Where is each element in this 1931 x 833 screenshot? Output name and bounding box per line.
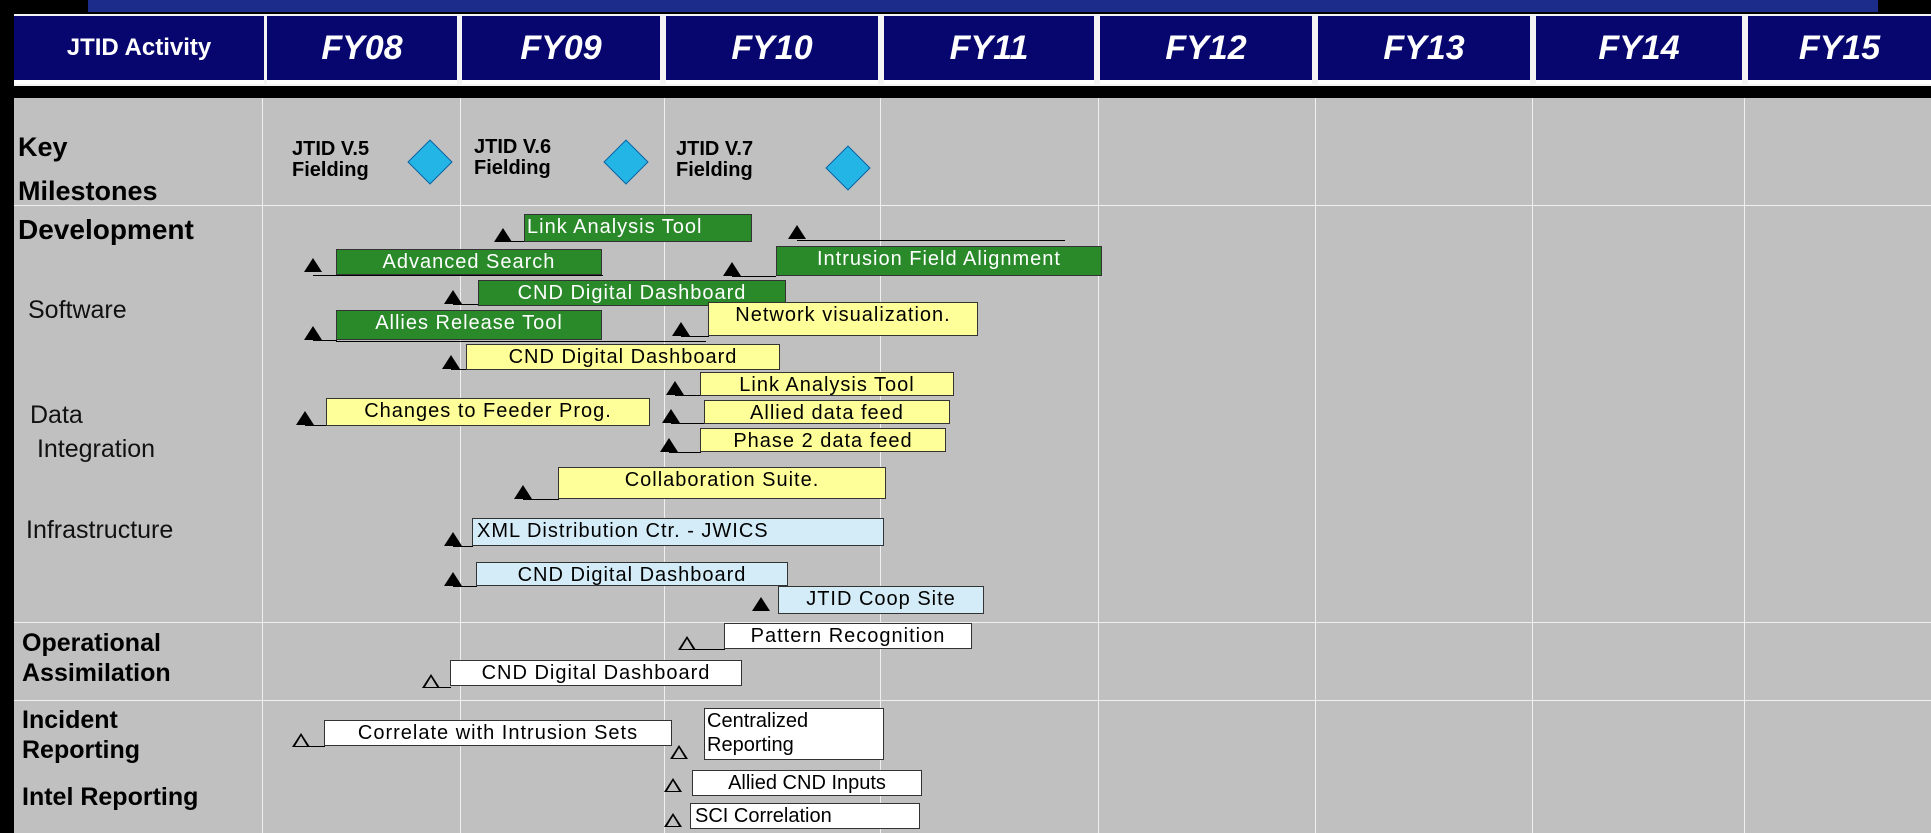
start-triangle-icon — [660, 438, 678, 452]
top-accent-bar — [88, 0, 1878, 12]
grid-line — [1315, 98, 1316, 833]
leader-line — [687, 649, 725, 650]
leader-line — [451, 369, 467, 370]
leader-line — [453, 586, 477, 587]
row-label-infrastructure: Infrastructure — [26, 516, 174, 544]
task-link-analysis-tool: Link Analysis Tool — [700, 372, 954, 396]
row-label-development: Development — [18, 214, 194, 245]
leader-line — [681, 336, 709, 337]
task-pattern-recognition: Pattern Recognition — [724, 623, 972, 649]
grid-line — [262, 98, 263, 833]
open-triangle-icon — [670, 745, 688, 759]
task-sci-correlation: SCI Correlation — [690, 803, 920, 829]
task-allied-cnd-inputs: Allied CND Inputs — [692, 770, 922, 796]
start-triangle-icon — [672, 322, 690, 336]
start-triangle-icon — [444, 290, 462, 304]
header-fy12: FY12 — [1100, 16, 1312, 84]
row-label-data-integration: Data Integration — [30, 401, 156, 463]
milestone-label: JTID V.5 Fielding — [292, 138, 370, 181]
leader-line — [313, 340, 337, 341]
leader-line — [431, 687, 451, 688]
row-label-key-milestones: Key Milestones — [18, 132, 158, 206]
task-phase-2-data-feed: Phase 2 data feed — [700, 428, 946, 452]
header-activity: JTID Activity — [14, 16, 264, 84]
task-allies-release-tool: Allies Release Tool — [336, 310, 602, 340]
start-triangle-icon — [514, 485, 532, 499]
task-changes-to-feeder: Changes to Feeder Prog. — [326, 398, 650, 426]
grid-line — [1532, 98, 1533, 833]
task-allied-data-feed: Allied data feed — [704, 400, 950, 424]
leader-line — [313, 275, 603, 276]
open-triangle-icon — [292, 733, 310, 747]
start-triangle-icon — [296, 411, 314, 425]
leader-line — [732, 276, 776, 277]
start-triangle-icon — [666, 381, 684, 395]
row-label-operational-assimilation: Operational Assimilation — [22, 629, 171, 687]
row-label-incident-reporting: Incident Reporting — [22, 706, 141, 764]
leader-line — [453, 304, 479, 305]
row-label-software: Software — [28, 296, 127, 324]
row-label-intel-reporting: Intel Reporting — [22, 783, 199, 811]
task-cnd-digital-dashboard: CND Digital Dashboard — [476, 562, 788, 586]
start-triangle-icon — [444, 532, 462, 546]
start-triangle-icon — [494, 228, 512, 242]
header-fy10: FY10 — [666, 16, 878, 84]
start-triangle-icon — [752, 597, 770, 611]
start-triangle-icon — [662, 409, 680, 423]
task-cnd-digital-dashboard: CND Digital Dashboard — [450, 660, 742, 686]
task-centralized-reporting: Centralized Reporting — [704, 708, 884, 760]
start-triangle-icon — [723, 262, 741, 276]
task-correlate-intrusion-sets: Correlate with Intrusion Sets — [324, 720, 672, 746]
timeline-grid — [14, 98, 1931, 833]
open-triangle-icon — [664, 813, 682, 827]
header-fy09: FY09 — [462, 16, 660, 84]
leader-line — [797, 240, 1065, 241]
grid-line — [1098, 98, 1099, 833]
task-intrusion-field-alignment: Intrusion Field Alignment — [776, 246, 1102, 276]
milestone-label: JTID V.6 Fielding — [474, 136, 552, 179]
task-link-analysis-tool: Link Analysis Tool — [524, 214, 752, 242]
leader-line — [669, 452, 701, 453]
open-triangle-icon — [664, 778, 682, 792]
leader-line — [503, 241, 525, 242]
task-advanced-search: Advanced Search — [336, 249, 602, 275]
task-network-visualization: Network visualization. — [708, 302, 978, 336]
header-fy11: FY11 — [884, 16, 1094, 84]
task-jtid-coop-site: JTID Coop Site — [778, 586, 984, 614]
start-triangle-icon — [788, 225, 806, 239]
header-fy08: FY08 — [267, 16, 457, 84]
start-triangle-icon — [444, 572, 462, 586]
row-divider — [14, 205, 1931, 206]
row-divider — [14, 700, 1931, 701]
roadmap-slide: JTID Activity FY08 FY09 FY10 FY11 FY12 F… — [0, 0, 1931, 833]
open-triangle-icon — [678, 636, 696, 650]
task-xml-distribution: XML Distribution Ctr. - JWICS — [472, 518, 884, 546]
header-fy15: FY15 — [1748, 16, 1931, 84]
leader-line — [336, 341, 706, 342]
leader-line — [523, 499, 559, 500]
header-fy14: FY14 — [1536, 16, 1742, 84]
leader-line — [671, 423, 705, 424]
open-triangle-icon — [422, 674, 440, 688]
leader-line — [453, 546, 473, 547]
grid-line — [1744, 98, 1745, 833]
start-triangle-icon — [304, 326, 322, 340]
leader-line — [305, 425, 327, 426]
row-divider — [14, 622, 1931, 623]
header-fy13: FY13 — [1318, 16, 1530, 84]
task-collaboration-suite: Collaboration Suite. — [558, 467, 886, 499]
start-triangle-icon — [304, 258, 322, 272]
task-cnd-digital-dashboard: CND Digital Dashboard — [466, 344, 780, 370]
leader-line — [675, 395, 701, 396]
milestone-label: JTID V.7 Fielding — [676, 138, 754, 181]
leader-line — [301, 746, 325, 747]
start-triangle-icon — [442, 355, 460, 369]
